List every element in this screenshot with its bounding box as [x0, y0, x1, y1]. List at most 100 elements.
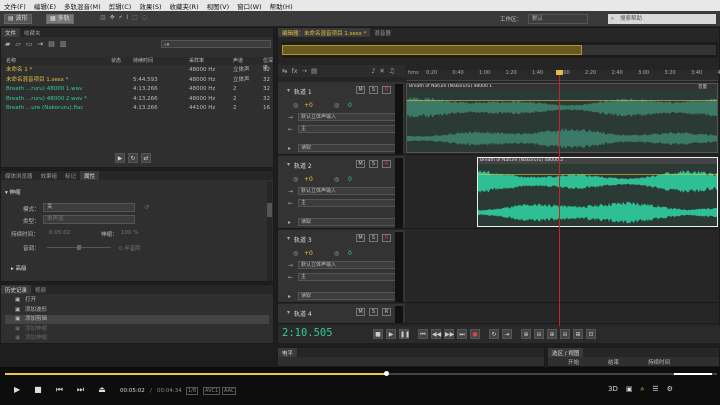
waveform-view-button[interactable]: ▤ 波形 — [4, 14, 32, 24]
audio-clip[interactable]: Breath of Nature (Nakoruru) 48000 1 音量 — [406, 83, 718, 153]
track-pan-value[interactable]: 0 — [348, 102, 352, 109]
type-select[interactable]: 单声道 — [43, 215, 135, 224]
track-header[interactable]: ▾ 轨道 2 M S R ◎ +0 ◎ 0 → 默认立体声输入 ← 主 ▸ 读取 — [278, 156, 405, 229]
volume-knob-icon[interactable]: ◎ — [293, 250, 298, 257]
fx-icon[interactable]: fx — [291, 67, 297, 75]
track-mute-button[interactable]: M — [356, 160, 365, 168]
track-header[interactable]: ▾ 轨道 4 MSR — [278, 304, 405, 324]
volume-knob-icon[interactable]: ◎ — [293, 102, 298, 109]
pitch-slider-handle[interactable] — [77, 245, 81, 250]
sends-icon[interactable]: ⇢ — [302, 67, 307, 75]
tab-effects-rack[interactable]: 效果组 — [37, 171, 62, 180]
tab-levels[interactable]: 电平 — [278, 348, 298, 357]
track-mute-button[interactable]: M — [356, 308, 365, 316]
play-icon[interactable]: ▶ — [115, 153, 125, 163]
pan-knob-icon[interactable]: ◎ — [334, 176, 339, 183]
track-record-button[interactable]: R — [382, 308, 391, 316]
file-row[interactable]: Breath ...ure (Nakoruru).flac 4:13.266 441… — [1, 104, 273, 113]
delete-icon[interactable]: ▥ — [60, 40, 67, 48]
track-mute-button[interactable]: M — [356, 86, 365, 94]
files-search[interactable]: ⌕▾ — [161, 40, 271, 48]
stretch-section[interactable]: ▾ 伸缩 — [5, 188, 21, 196]
overview-visible-range[interactable] — [282, 45, 582, 55]
tab-markers[interactable]: 标记 — [61, 171, 80, 180]
stop-icon[interactable]: ■ — [34, 385, 42, 395]
col-channels[interactable]: 声道 — [233, 57, 243, 64]
zoom-full-icon[interactable]: ⊞ — [573, 329, 583, 339]
progress-track[interactable] — [5, 371, 717, 376]
menu-help[interactable]: 帮助(H) — [266, 1, 297, 11]
track-record-button[interactable]: R — [382, 160, 391, 168]
prev-icon[interactable]: ⏮ — [56, 385, 63, 395]
track-name[interactable]: 轨道 3 — [294, 235, 312, 244]
track-mute-button[interactable]: M — [356, 234, 365, 242]
volume-knob-icon[interactable]: ◎ — [293, 176, 298, 183]
zoom-in-time-icon[interactable]: ⊕ — [547, 329, 557, 339]
track-volume-value[interactable]: +0 — [304, 176, 313, 183]
headphones-icon[interactable]: ♫ — [389, 67, 395, 75]
tab-files[interactable]: 文件 — [1, 28, 21, 37]
autoplay-icon[interactable]: ⇄ — [141, 153, 151, 163]
loop-icon[interactable]: ↻ — [489, 329, 499, 339]
track-output-select[interactable]: 主 — [298, 125, 398, 133]
multitrack-view-button[interactable]: ▦ 多轨 — [46, 14, 74, 24]
props-scrollbar[interactable] — [267, 181, 272, 281]
forward-icon[interactable]: ▶▶ — [444, 329, 454, 339]
track-name[interactable]: 轨道 4 — [294, 309, 312, 318]
track-solo-button[interactable]: S — [369, 160, 378, 168]
track-header[interactable]: ▾ 轨道 3 M S R ◎ +0 ◎ 0 → 默认立体声输入 ← 主 ▸ 读取 — [278, 230, 405, 303]
new-file-icon[interactable]: ▭ — [26, 40, 33, 48]
menu-file[interactable]: 文件(F) — [0, 1, 30, 11]
track-automation-select[interactable]: 读取 — [298, 218, 398, 226]
eq-icon[interactable]: ▤ — [311, 67, 317, 75]
track-header[interactable]: ▾ 轨道 1 M S R ◎ +0 ◎ 0 → 默认立体声输入 ← 主 ▸ 读取 — [278, 82, 405, 155]
menu-window[interactable]: 窗口(W) — [233, 1, 266, 11]
playhead[interactable] — [556, 70, 563, 326]
timecode[interactable]: 2:10.505 — [282, 327, 333, 339]
track-input-select[interactable]: 默认立体声输入 — [298, 261, 398, 269]
col-status[interactable]: 状态 — [111, 57, 121, 64]
track-lane[interactable]: Breath of Nature (Nakoruru) 48000 2 — [406, 156, 718, 229]
search-help-input[interactable]: ⌕ 搜索帮助 — [608, 14, 716, 24]
menu-clip[interactable]: 剪辑(C) — [105, 1, 136, 11]
stop-icon[interactable]: ■ — [373, 329, 383, 339]
record-icon[interactable]: ● — [470, 329, 480, 339]
tab-favorites[interactable]: 收藏夹 — [20, 28, 45, 37]
menu-edit[interactable]: 编辑(E) — [30, 1, 60, 11]
3d-icon[interactable]: 3D — [608, 385, 618, 394]
track-solo-button[interactable]: S — [369, 86, 378, 94]
tab-video[interactable]: 视频 — [31, 285, 50, 294]
mode-select[interactable]: 关 — [43, 203, 135, 212]
metronome-icon[interactable]: ♪ — [371, 67, 375, 75]
play-icon[interactable]: ▶ — [386, 329, 396, 339]
file-row[interactable]: 未命名 1 * 48000 Hz 立体声 32 — [1, 66, 273, 75]
screenshot-icon[interactable]: ▣ — [626, 385, 633, 394]
tab-selection-view[interactable]: 选区 / 视图 — [548, 348, 584, 357]
zoom-out-amp-icon[interactable]: ⊖ — [534, 329, 544, 339]
reset-icon[interactable]: ↺ — [144, 204, 149, 211]
col-name[interactable]: 名称 — [6, 57, 16, 64]
overview-bar[interactable] — [282, 42, 718, 58]
track-name[interactable]: 轨道 2 — [294, 161, 312, 170]
track-output-select[interactable]: 主 — [298, 273, 398, 281]
history-item[interactable]: ▣ 打开 — [5, 296, 269, 305]
go-start-icon[interactable]: ⏮ — [418, 329, 428, 339]
menu-favorites[interactable]: 收藏夹(R) — [166, 1, 203, 11]
track-lane[interactable]: Breath of Nature (Nakoruru) 48000 1 音量 — [406, 82, 718, 155]
pan-knob-icon[interactable]: ◎ — [334, 250, 339, 257]
track-solo-button[interactable]: S — [369, 308, 378, 316]
loop-icon[interactable]: ↻ — [128, 153, 138, 163]
time-select-icon[interactable]: I — [126, 14, 128, 24]
move-tool-icon[interactable]: ✥ — [110, 14, 115, 24]
pan-knob-icon[interactable]: ◎ — [334, 102, 339, 109]
rewind-icon[interactable]: ◀◀ — [431, 329, 441, 339]
progress-knob[interactable] — [383, 371, 389, 376]
track-record-button[interactable]: R — [382, 234, 391, 242]
track-automation-select[interactable]: 读取 — [298, 144, 398, 152]
spectral-icon[interactable]: ▥ — [100, 14, 106, 24]
lasso-icon[interactable]: ◌ — [142, 14, 147, 24]
advanced-section[interactable]: ▸ 高级 — [11, 264, 27, 272]
tab-properties[interactable]: 属性 — [80, 171, 100, 180]
menu-multitrack[interactable]: 多轨混音(M) — [60, 1, 105, 11]
next-icon[interactable]: ⏭ — [77, 385, 84, 395]
